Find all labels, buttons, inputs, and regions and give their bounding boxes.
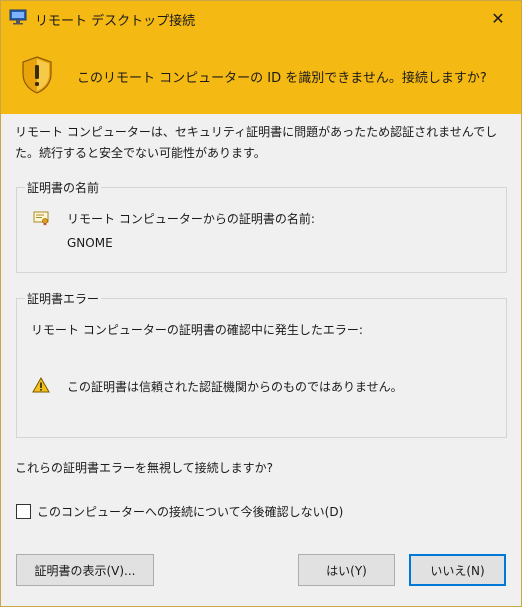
close-button[interactable]: ✕ bbox=[475, 1, 521, 35]
security-shield-warning-icon bbox=[22, 56, 52, 94]
intro-text: リモート コンピューターは、セキュリティ証明書に問題があったため認証されませんで… bbox=[15, 122, 507, 164]
certificate-name-label: リモート コンピューターからの証明書の名前: bbox=[67, 212, 315, 226]
dont-ask-again-checkbox[interactable] bbox=[16, 504, 31, 519]
dialog-content: リモート コンピューターは、セキュリティ証明書に問題があったため認証されませんで… bbox=[1, 114, 521, 606]
title-bar: リモート デスクトップ接続 ✕ bbox=[1, 1, 521, 35]
window-title: リモート デスクトップ接続 bbox=[35, 14, 196, 29]
warning-triangle-icon bbox=[32, 377, 50, 393]
certificate-error-intro: リモート コンピューターの証明書の確認中に発生したエラー: bbox=[31, 323, 363, 337]
certificate-name-group: 証明書の名前 リモート コンピューターからの証明書の名前: GNOME bbox=[16, 179, 507, 273]
certificate-name-value: GNOME bbox=[67, 236, 113, 250]
certificate-icon bbox=[33, 211, 49, 226]
banner-message: このリモート コンピューターの ID を識別できません。接続しますか? bbox=[77, 71, 487, 86]
yes-button[interactable]: はい(Y) bbox=[298, 554, 395, 586]
certificate-error-group-title: 証明書エラー bbox=[25, 290, 102, 307]
remote-desktop-icon bbox=[9, 9, 27, 25]
intro-line-1: リモート コンピューターは、セキュリティ証明書に問題があったため認証されませんで… bbox=[15, 125, 498, 139]
close-icon: ✕ bbox=[491, 8, 505, 28]
no-button[interactable]: いいえ(N) bbox=[409, 554, 506, 586]
rdp-certificate-dialog: リモート デスクトップ接続 ✕ このリモート コンピューターの ID を識別でき… bbox=[0, 0, 522, 607]
intro-line-2: た。続行すると安全でない可能性があります。 bbox=[15, 146, 266, 160]
ignore-errors-question: これらの証明書エラーを無視して接続しますか? bbox=[15, 461, 274, 475]
warning-banner: このリモート コンピューターの ID を識別できません。接続しますか? bbox=[1, 35, 521, 114]
dont-ask-again-label[interactable]: このコンピューターへの接続について今後確認しない(D) bbox=[37, 503, 343, 520]
view-certificate-button[interactable]: 証明書の表示(V)... bbox=[16, 554, 154, 586]
certificate-error-group: 証明書エラー リモート コンピューターの証明書の確認中に発生したエラー: この証… bbox=[16, 290, 507, 438]
dont-ask-again-option[interactable]: このコンピューターへの接続について今後確認しない(D) bbox=[16, 503, 343, 520]
certificate-name-group-title: 証明書の名前 bbox=[25, 179, 102, 196]
certificate-error-message: この証明書は信頼された認証機関からのものではありません。 bbox=[67, 380, 403, 394]
